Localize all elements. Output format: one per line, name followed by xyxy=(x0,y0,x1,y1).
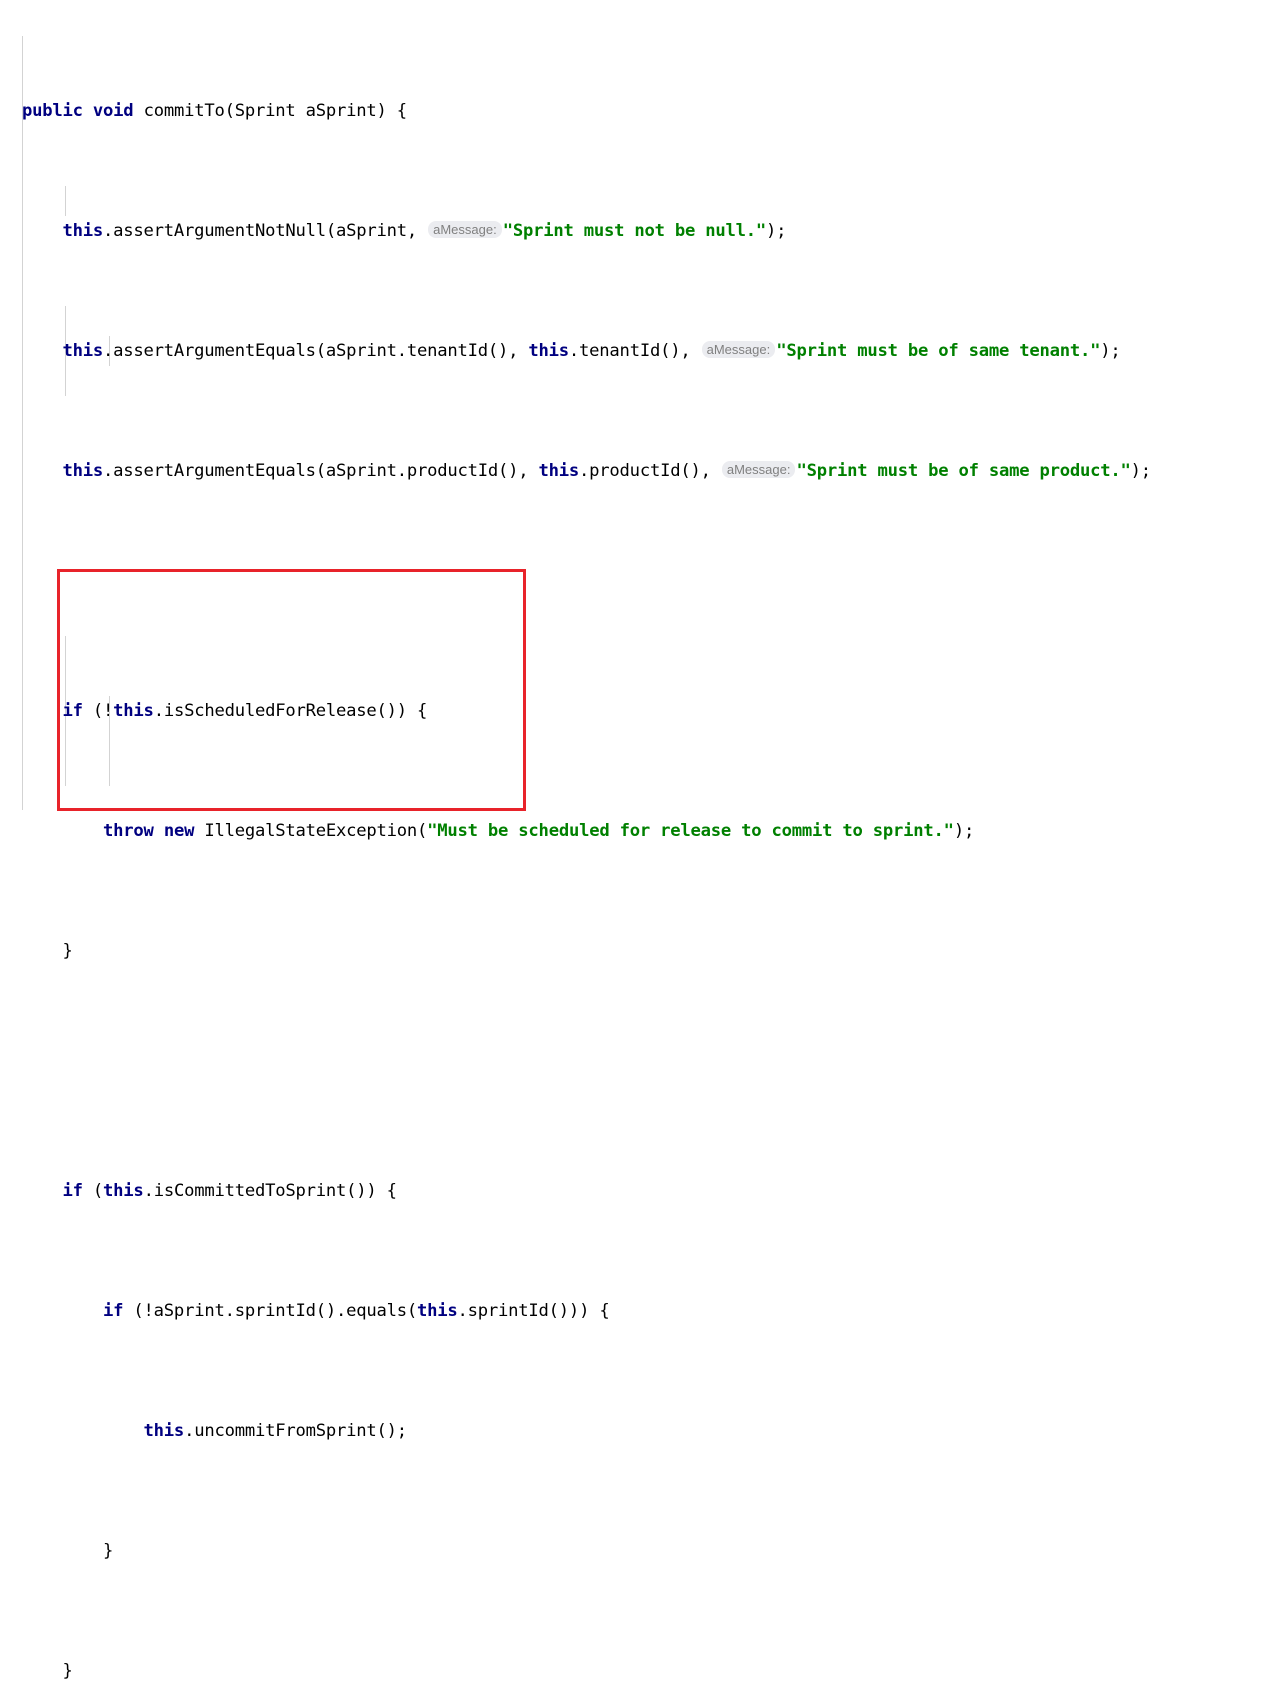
keyword-this: this xyxy=(62,221,104,241)
keyword-if: if xyxy=(62,1181,83,1201)
code-line-3[interactable]: this.assertArgumentEquals(aSprint.tenant… xyxy=(22,336,1151,366)
type-illegal-state-exception: IllegalStateException( xyxy=(194,821,428,841)
closing-brace: } xyxy=(62,1661,73,1681)
code-line-13[interactable]: } xyxy=(22,1536,1151,1566)
parameter-hint-a-message[interactable]: aMessage: xyxy=(428,221,502,238)
call-is-committed-to-sprint: .isCommittedToSprint()) { xyxy=(143,1181,397,1201)
code-line-12[interactable]: this.uncommitFromSprint(); xyxy=(22,1416,1151,1446)
call-assert-argument-equals-tenant: .assertArgumentEquals(aSprint.tenantId()… xyxy=(103,341,529,361)
call-assert-argument-not-null: .assertArgumentNotNull(aSprint, xyxy=(103,221,428,241)
string-literal: "Must be scheduled for release to commit… xyxy=(427,821,954,841)
keyword-new: new xyxy=(163,821,195,841)
keyword-this: this xyxy=(113,701,154,721)
keyword-if: if xyxy=(62,701,83,721)
code-editor[interactable]: public void commitTo(Sprint aSprint) { t… xyxy=(0,0,1280,1681)
code-line-9-blank[interactable] xyxy=(22,1056,1151,1086)
keyword-this: this xyxy=(417,1301,458,1321)
call-is-scheduled-for-release: .isScheduledForRelease()) { xyxy=(153,701,428,721)
keyword-throw: throw xyxy=(103,821,154,841)
keyword-this: this xyxy=(62,341,104,361)
parameter-hint-a-message[interactable]: aMessage: xyxy=(701,341,776,358)
keyword-this: this xyxy=(538,461,580,481)
code-line-4[interactable]: this.assertArgumentEquals(aSprint.produc… xyxy=(22,456,1151,486)
keyword-void: void xyxy=(92,101,134,121)
code-line-5-blank[interactable] xyxy=(22,576,1151,606)
call-assert-argument-equals-product: .assertArgumentEquals(aSprint.productId(… xyxy=(103,461,539,481)
string-literal: "Sprint must be of same product." xyxy=(796,461,1131,481)
code-line-6[interactable]: if (!this.isScheduledForRelease()) { xyxy=(22,696,1151,726)
code-line-7[interactable]: throw new IllegalStateException("Must be… xyxy=(22,816,1151,846)
code-line-14[interactable]: } xyxy=(22,1656,1151,1686)
code-line-11[interactable]: if (!aSprint.sprintId().equals(this.spri… xyxy=(22,1296,1151,1326)
keyword-if: if xyxy=(103,1301,124,1321)
code-line-10[interactable]: if (this.isCommittedToSprint()) { xyxy=(22,1176,1151,1206)
keyword-public: public xyxy=(22,101,83,121)
call-uncommit-from-sprint: .uncommitFromSprint(); xyxy=(184,1421,407,1441)
keyword-this: this xyxy=(103,1181,144,1201)
method-signature: commitTo(Sprint aSprint) { xyxy=(133,101,408,121)
code-line-1[interactable]: public void commitTo(Sprint aSprint) { xyxy=(22,96,1151,126)
parameter-hint-a-message[interactable]: aMessage: xyxy=(721,461,796,478)
code-line-8[interactable]: } xyxy=(22,936,1151,966)
closing-brace: } xyxy=(103,1541,114,1561)
keyword-this: this xyxy=(143,1421,185,1441)
closing-brace: } xyxy=(62,941,73,961)
keyword-this: this xyxy=(528,341,569,361)
string-literal: "Sprint must not be null." xyxy=(502,221,767,241)
keyword-this: this xyxy=(62,461,104,481)
code-content[interactable]: public void commitTo(Sprint aSprint) { t… xyxy=(22,6,1151,1686)
string-literal: "Sprint must be of same tenant." xyxy=(776,341,1101,361)
code-line-2[interactable]: this.assertArgumentNotNull(aSprint, aMes… xyxy=(22,216,1151,246)
